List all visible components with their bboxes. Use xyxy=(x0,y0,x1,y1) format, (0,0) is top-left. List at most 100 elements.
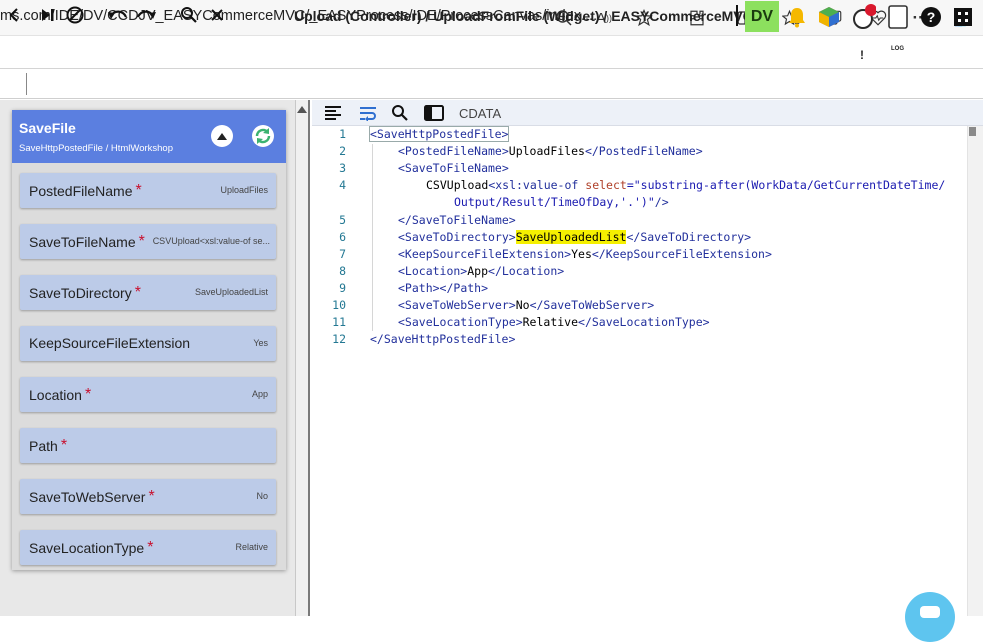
xml-tag: </SaveToWebServer> xyxy=(529,298,655,312)
property-value: No xyxy=(256,491,268,501)
editor-toolbar xyxy=(312,100,983,126)
notification-count: 3 xyxy=(867,38,873,48)
xml-tag: </KeepSourceFileExtension> xyxy=(591,247,772,261)
format-icon[interactable] xyxy=(322,103,344,123)
scroll-up-arrow-icon[interactable] xyxy=(297,106,307,113)
property-row-save-to-web-server[interactable]: SaveToWebServer * No xyxy=(20,479,276,514)
xml-tag: <xsl:value-of xyxy=(488,178,579,192)
xml-text: App xyxy=(467,264,489,278)
code-line: <Location>App</Location> xyxy=(398,264,564,278)
code-line: CSVUpload<xsl:value-of select="substring… xyxy=(426,178,945,192)
indent-guide xyxy=(372,144,373,331)
back-icon[interactable] xyxy=(2,3,26,27)
property-name: PostedFileName xyxy=(29,183,133,199)
close-icon[interactable] xyxy=(205,3,229,27)
xml-string: ="substring-after(WorkData/GetCurrentDat… xyxy=(626,178,946,192)
property-name: SaveToFileName xyxy=(29,234,136,250)
app-header xyxy=(0,37,983,69)
search-icon[interactable] xyxy=(389,103,411,123)
line-number: 6 xyxy=(339,230,346,244)
xml-tag: </SaveToFileName> xyxy=(398,213,516,227)
required-star: * xyxy=(138,233,145,250)
code-line: <SaveToWebServer>No</SaveToWebServer> xyxy=(398,298,654,312)
xml-tag: <SaveToFileName> xyxy=(398,161,509,175)
cube-icon[interactable] xyxy=(816,4,842,30)
xml-tag: <Location> xyxy=(398,264,468,278)
help-label: ? xyxy=(921,7,941,27)
property-name: SaveToDirectory xyxy=(29,285,132,301)
breadcrumb: Upload (Controller) / UploadFromFile (Wi… xyxy=(294,8,753,24)
property-row-location[interactable]: Location * App xyxy=(20,377,276,412)
property-row-path[interactable]: Path * xyxy=(20,428,276,463)
code-line: <SaveLocationType>Relative</SaveLocation… xyxy=(398,315,710,329)
chat-bubble-button[interactable] xyxy=(905,592,955,642)
dv-badge[interactable]: DV xyxy=(745,1,779,32)
info-alert-icon[interactable] xyxy=(851,4,877,30)
required-star: * xyxy=(134,284,141,301)
line-number: 5 xyxy=(339,213,346,227)
property-name: SaveToWebServer xyxy=(29,489,146,505)
property-value: CSVUpload<xsl:value-of se... xyxy=(152,236,270,246)
refresh-button[interactable] xyxy=(252,125,274,147)
xml-tag: </Path> xyxy=(439,281,489,295)
xml-text: Relative xyxy=(522,315,579,329)
text-cursor xyxy=(736,5,738,26)
property-row-save-to-directory[interactable]: SaveToDirectory * SaveUploadedList xyxy=(20,275,276,310)
line-number: 4 xyxy=(339,178,346,192)
action-card-header[interactable] xyxy=(12,110,286,163)
code-line: <PostedFileName>UploadFiles</PostedFileN… xyxy=(398,144,703,158)
wrap-icon[interactable] xyxy=(357,103,379,123)
editor-scroll-thumb[interactable] xyxy=(969,127,976,136)
xml-tag: </PostedFileName> xyxy=(584,144,703,158)
xml-text: UploadFiles xyxy=(508,144,585,158)
property-value: UploadFiles xyxy=(220,185,268,195)
search-highlight: SaveUploadedList xyxy=(515,230,627,244)
required-star: * xyxy=(135,182,142,199)
code-line: <KeepSourceFileExtension>Yes</KeepSource… xyxy=(398,247,772,261)
chat-icon xyxy=(920,606,940,618)
editor-tool-row xyxy=(0,69,983,99)
property-row-save-location-type[interactable]: SaveLocationType * Relative xyxy=(20,530,276,565)
code-line: <SaveToFileName> xyxy=(398,161,509,175)
bell-icon[interactable] xyxy=(784,4,810,30)
required-star: * xyxy=(60,437,68,454)
property-row-save-to-file-name[interactable]: SaveToFileName * CSVUpload<xsl:value-of s… xyxy=(20,224,276,259)
property-row-posted-file-name[interactable]: PostedFileName * UploadFiles xyxy=(20,173,276,208)
action-subtitle: SaveHttpPostedFile / HtmlWorkshop xyxy=(19,143,173,154)
log-file-icon[interactable] xyxy=(885,4,911,30)
xml-string: Output/Result/TimeOfDay,'.')" xyxy=(454,195,655,209)
required-star: * xyxy=(84,386,92,403)
property-name: Path xyxy=(29,438,58,454)
line-number: 1 xyxy=(339,127,346,141)
info-alert-label: ! xyxy=(860,48,864,62)
xml-tag: </SaveToDirectory> xyxy=(626,230,752,244)
code-line: </SaveToFileName> xyxy=(398,213,516,227)
help-icon[interactable]: ? xyxy=(918,4,944,30)
property-value: Relative xyxy=(235,542,268,552)
panel-toggle-icon[interactable] xyxy=(423,103,445,123)
xml-tag: </Location> xyxy=(488,264,565,278)
property-name: Location xyxy=(29,387,82,403)
step-over-icon[interactable] xyxy=(36,3,60,27)
xml-attribute: select xyxy=(585,178,627,192)
editor-scrollbar[interactable] xyxy=(967,126,983,616)
fullscreen-icon[interactable] xyxy=(950,4,976,30)
line-number: 7 xyxy=(339,247,346,261)
line-number: 9 xyxy=(339,281,346,295)
panel-scrollbar[interactable] xyxy=(296,100,310,616)
caret-up-icon xyxy=(217,132,227,140)
xml-tag: </SaveLocationType> xyxy=(578,315,710,329)
code-line: <SaveToDirectory>SaveUploadedList</SaveT… xyxy=(398,230,751,244)
stop-icon[interactable] xyxy=(63,3,87,27)
undo-icon[interactable] xyxy=(106,3,130,27)
line-number: 2 xyxy=(339,144,346,158)
property-row-keep-source-file-extension[interactable]: KeepSourceFileExtension Yes xyxy=(20,326,276,361)
xml-tag: <KeepSourceFileExtension> xyxy=(398,247,572,261)
property-name: KeepSourceFileExtension xyxy=(29,335,191,351)
xml-tag: <SaveHttpPostedFile> xyxy=(368,126,510,142)
redo-icon[interactable] xyxy=(134,3,158,27)
cdata-label[interactable]: CDATA xyxy=(459,106,501,121)
search-icon[interactable] xyxy=(177,3,201,27)
collapse-button[interactable] xyxy=(211,125,233,147)
property-value: App xyxy=(251,389,268,399)
